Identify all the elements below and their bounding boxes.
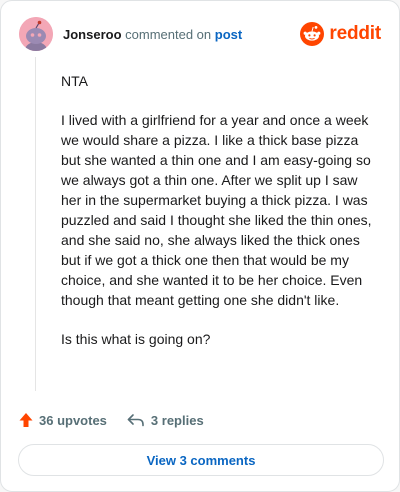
- upvote-arrow-icon: [19, 413, 33, 427]
- post-link[interactable]: post: [215, 27, 242, 42]
- replies-button[interactable]: 3 replies: [127, 413, 204, 428]
- view-comments-button[interactable]: View 3 comments: [18, 444, 384, 476]
- comment-paragraph: I lived with a girlfriend for a year and…: [61, 112, 372, 308]
- comment-paragraph: Is this what is going on?: [61, 331, 211, 347]
- comment-byline: Jonseroo commented on post: [63, 27, 242, 43]
- comment-card: Jonseroo commented on post reddit NTA I …: [0, 0, 400, 492]
- reddit-logo-icon: [300, 22, 325, 46]
- comment-actions: 36 upvotes 3 replies: [19, 409, 204, 431]
- snoo-avatar-icon: [19, 17, 53, 51]
- upvotes-button[interactable]: 36 upvotes: [19, 412, 107, 428]
- upvotes-count: 36 upvotes: [39, 412, 107, 428]
- replies-count: 3 replies: [150, 412, 204, 428]
- comment-body: NTA I lived with a girlfriend for a year…: [61, 71, 381, 368]
- reply-arrow-icon: [127, 414, 144, 427]
- username-link[interactable]: Jonseroo: [63, 27, 122, 42]
- user-avatar[interactable]: [19, 17, 53, 51]
- comment-header: Jonseroo commented on post reddit: [19, 17, 381, 53]
- comment-paragraph: NTA: [61, 73, 88, 89]
- reddit-brand[interactable]: reddit: [300, 21, 381, 47]
- thread-line: [35, 57, 36, 391]
- brand-wordmark: reddit: [329, 23, 381, 44]
- byline-action-text: commented on: [125, 27, 212, 42]
